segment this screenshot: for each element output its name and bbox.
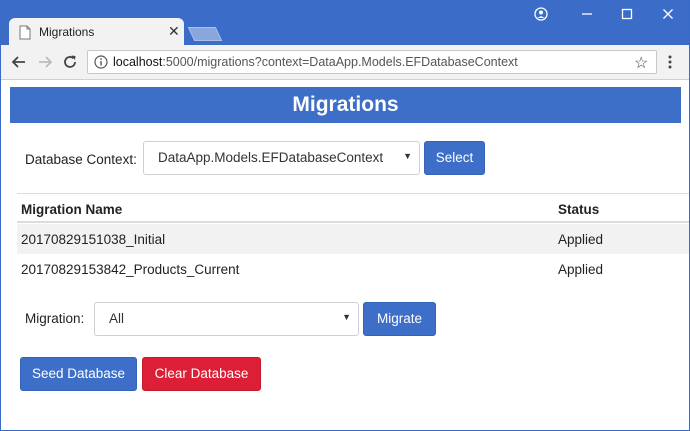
tab-close-icon[interactable]: ✕ xyxy=(168,23,180,39)
migrate-button[interactable]: Migrate xyxy=(363,302,436,336)
table-row: 20170829151038_Initial Applied xyxy=(17,224,689,254)
column-header-migration-name: Migration Name xyxy=(21,202,123,217)
tab-title: Migrations xyxy=(39,25,95,39)
bookmark-star-icon[interactable]: ☆ xyxy=(634,53,648,73)
page-title: Migrations xyxy=(10,87,681,123)
chevron-down-icon: ▼ xyxy=(342,312,351,322)
profile-icon[interactable] xyxy=(531,7,551,21)
migration-status-cell: Applied xyxy=(558,262,604,277)
address-bar[interactable]: localhost:5000/migrations?context=DataAp… xyxy=(87,50,657,74)
new-tab-button[interactable] xyxy=(187,27,223,41)
url-host: localhost xyxy=(113,55,163,69)
window-close-icon[interactable] xyxy=(658,7,678,21)
maximize-icon[interactable] xyxy=(617,7,637,21)
minimize-icon[interactable] xyxy=(577,7,597,21)
migration-status-cell: Applied xyxy=(558,232,604,247)
database-context-select[interactable]: DataApp.Models.EFDatabaseContext ▼ xyxy=(143,141,420,175)
forward-arrow-icon[interactable] xyxy=(36,53,54,71)
browser-toolbar: localhost:5000/migrations?context=DataAp… xyxy=(1,45,689,80)
migration-name-cell: 20170829153842_Products_Current xyxy=(21,262,240,277)
browser-tab[interactable]: Migrations ✕ xyxy=(9,18,184,46)
database-context-label: Database Context: xyxy=(25,152,137,167)
chevron-down-icon: ▼ xyxy=(403,151,412,161)
info-icon[interactable] xyxy=(94,55,108,69)
migration-name-cell: 20170829151038_Initial xyxy=(21,232,166,247)
browser-window: Migrations ✕ localhost:5000/migrations?c… xyxy=(0,0,690,431)
browser-menu-icon[interactable] xyxy=(667,54,673,70)
url-text: localhost:5000/migrations?context=DataAp… xyxy=(113,55,518,69)
migration-select-value: All xyxy=(109,311,125,326)
column-header-status: Status xyxy=(558,202,600,217)
url-path: :5000/migrations?context=DataApp.Models.… xyxy=(162,55,518,69)
browser-titlebar: Migrations ✕ xyxy=(1,1,689,46)
table-header: Migration Name Status xyxy=(17,193,689,223)
select-button[interactable]: Select xyxy=(424,141,485,175)
back-arrow-icon[interactable] xyxy=(10,53,28,71)
migration-label: Migration: xyxy=(25,311,85,326)
clear-database-button[interactable]: Clear Database xyxy=(142,357,261,391)
migration-select[interactable]: All ▼ xyxy=(94,302,359,336)
seed-database-button[interactable]: Seed Database xyxy=(20,357,137,391)
reload-icon[interactable] xyxy=(61,53,79,71)
page-icon xyxy=(19,25,31,40)
table-row: 20170829153842_Products_Current Applied xyxy=(17,254,689,284)
database-context-value: DataApp.Models.EFDatabaseContext xyxy=(158,150,384,165)
